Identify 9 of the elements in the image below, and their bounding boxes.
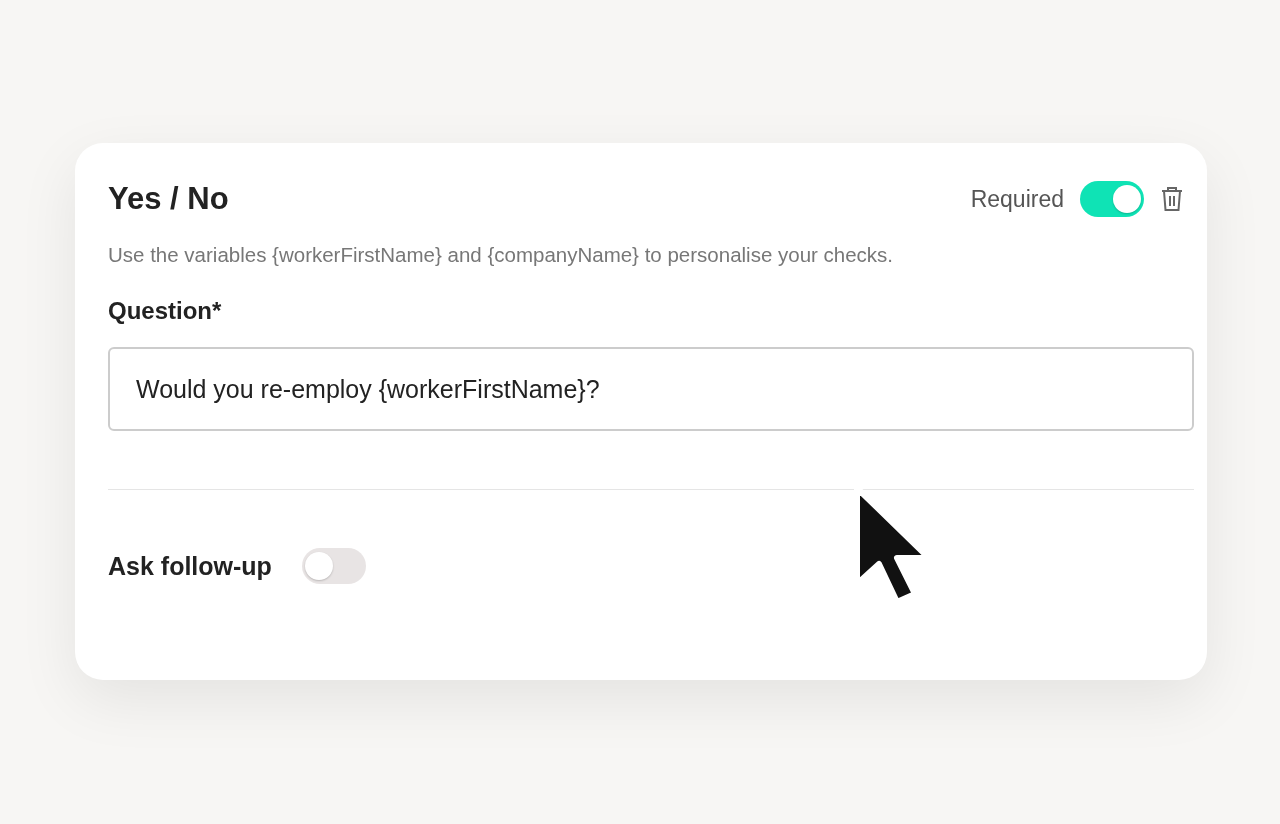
toggle-switch[interactable] xyxy=(1080,181,1144,217)
card-title: Yes / No xyxy=(108,181,229,217)
description-text: Use the variables {workerFirstName} and {companyName} to personalise your checks. xyxy=(108,243,895,267)
toggle-switch[interactable] xyxy=(301,548,366,584)
required-label: Required xyxy=(970,185,1064,213)
question-label: Question* xyxy=(108,297,223,325)
follow-up-label: Ask follow-up xyxy=(108,551,272,581)
trash-icon[interactable] xyxy=(1160,186,1184,212)
question-field[interactable]: Would you re-employ {workerFirstName}? xyxy=(108,347,1194,431)
